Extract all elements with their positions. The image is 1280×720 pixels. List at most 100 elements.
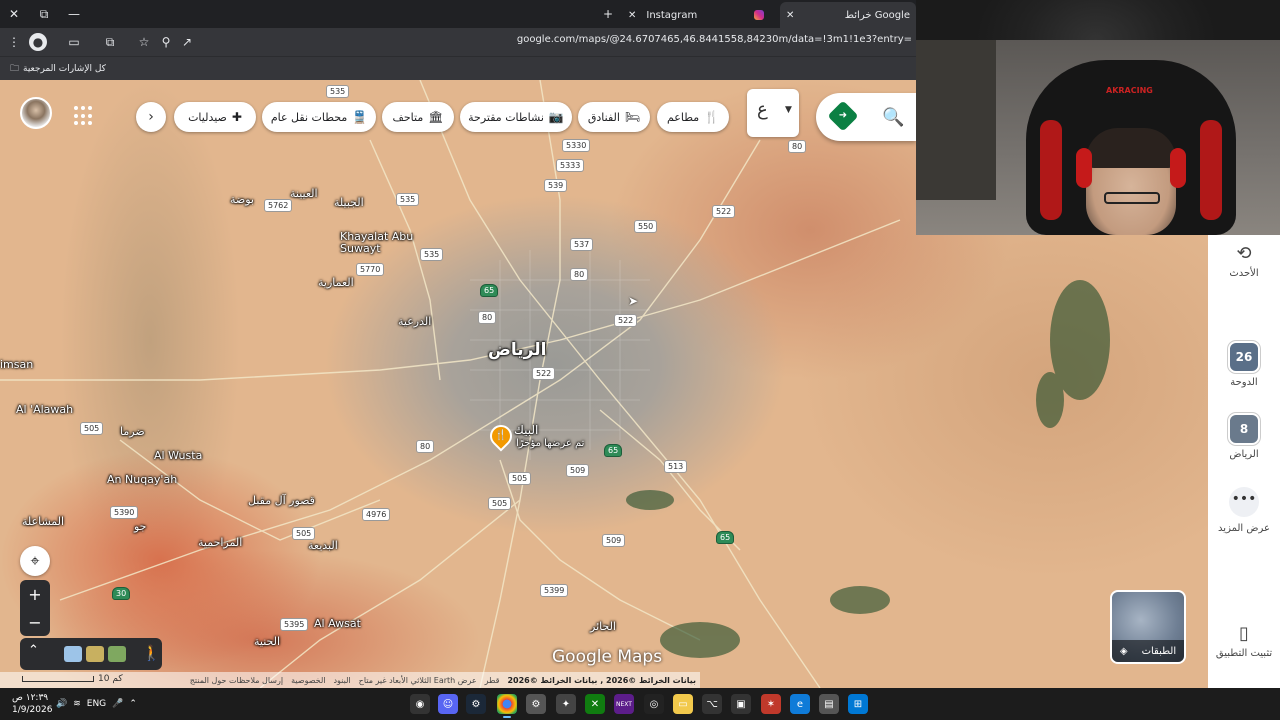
close-window-icon[interactable]: ✕ (4, 4, 24, 24)
share-icon[interactable]: ↗ (178, 33, 196, 51)
road-shield: 5770 (356, 263, 385, 276)
bookmark-star-icon[interactable]: ☆ (135, 33, 153, 51)
directions-icon[interactable]: ➜ (827, 100, 859, 132)
map-label[interactable]: الحنية (254, 635, 280, 648)
attrib-link[interactable]: قطر (485, 676, 500, 685)
address-bar[interactable]: google.com/maps/@24.6707465,46.8441558,8… (517, 34, 912, 45)
rail-item-install[interactable]: ▯ تثبيت التطبيق (1208, 623, 1280, 659)
files-icon[interactable]: ▭ (673, 694, 693, 714)
road-shield: 522 (532, 367, 556, 380)
tab-google-maps[interactable]: ✕ خرائط Google (780, 2, 916, 28)
xbox-icon[interactable]: ✕ (585, 694, 605, 714)
mic-icon[interactable]: 🎤 (112, 699, 123, 709)
map-label[interactable]: Al Awsat (314, 617, 361, 630)
map-label[interactable]: المزاحمية (198, 536, 242, 549)
traffic-thumb-icon[interactable] (108, 646, 126, 662)
map-label[interactable]: Al 'Alawah (16, 403, 73, 416)
next-icon[interactable]: NEXT (614, 694, 634, 714)
attrib-link[interactable]: عرض Earth الثلاثي الأبعاد غير متاح (359, 676, 477, 685)
restore-icon[interactable]: ⧉ (34, 4, 54, 24)
map-label[interactable]: الحائر (590, 620, 616, 633)
map-label[interactable]: Al Wusta (154, 449, 202, 462)
tab-instagram[interactable]: ✕ Instagram (624, 2, 764, 28)
wifi-icon[interactable]: ≋ (73, 699, 81, 709)
steam-icon[interactable]: ⚙ (466, 694, 486, 714)
apps-grid-icon[interactable] (74, 106, 94, 126)
chrome-icon[interactable] (497, 694, 517, 718)
language-indicator[interactable]: ENG (87, 699, 106, 709)
edge-icon[interactable]: e (790, 694, 810, 714)
rail-item-recent[interactable]: ⟲ الأحدث (1208, 243, 1280, 279)
map-label[interactable]: ضرما (120, 425, 145, 438)
all-bookmarks[interactable]: 🗀 كل الإشارات المرجعية (10, 61, 106, 77)
pegman-icon[interactable]: 🚶 (142, 644, 161, 662)
profile-icon[interactable]: ● (29, 33, 47, 51)
map-label[interactable]: Khayalat Abu Suwayt (340, 231, 420, 255)
system-clock[interactable]: ١٢:٣٩ ص 1/9/2026 (12, 692, 52, 716)
map-label[interactable]: imsan (0, 358, 33, 371)
chip-things-to-do[interactable]: نشاطات مقترحة 📷 (460, 102, 572, 132)
snip-icon[interactable]: ▤ (819, 694, 839, 714)
tab-close-icon[interactable]: ✕ (624, 10, 640, 21)
my-location-icon[interactable]: ⌖ (20, 546, 50, 576)
zoom-out-button[interactable]: − (20, 608, 50, 636)
map-label[interactable]: الجبيلة (334, 196, 364, 209)
road-shield: 505 (80, 422, 104, 435)
expand-icon[interactable]: ⌃ (28, 643, 39, 658)
chip-label: صيدليات (188, 110, 227, 124)
search-lens-icon[interactable]: ⚲ (157, 33, 175, 51)
attrib-link[interactable]: الخصوصية (291, 676, 325, 685)
app-icon[interactable]: ✶ (761, 694, 781, 714)
map-label[interactable]: العمارية (318, 276, 354, 289)
rail-item-more[interactable]: ••• عرض المزيد (1208, 487, 1280, 534)
chip-museums[interactable]: متاحف 🏛 (382, 102, 454, 132)
search-icon[interactable]: 🔍 (882, 107, 904, 128)
windows-icon[interactable]: ⊞ (848, 694, 868, 714)
cast-icon[interactable]: ▭ (65, 33, 83, 51)
extensions-icon[interactable]: ⧉ (101, 33, 119, 51)
chevron-right-icon[interactable]: › (136, 102, 166, 132)
chip-hotels[interactable]: الفنادق 🛏 (578, 102, 650, 132)
history-icon: ⟲ (1236, 243, 1252, 264)
discord-icon[interactable]: ☺ (438, 694, 458, 714)
menu-icon[interactable]: ⋮ (5, 33, 23, 51)
rail-item-riyadh[interactable]: 8 الرياض (1208, 413, 1280, 460)
opera-icon[interactable]: ◎ (644, 694, 664, 714)
tab-close-icon[interactable]: ✕ (780, 10, 800, 21)
rail-item-doha[interactable]: 26 الدوحة (1208, 341, 1280, 388)
tray-overflow-icon[interactable]: ⌃ (129, 699, 137, 709)
scale-bar[interactable]: 10 كم (22, 674, 123, 684)
layers-button[interactable]: ◈ الطبقات (1110, 590, 1186, 664)
chair-brand: AKRACING (1106, 86, 1153, 95)
new-tab-icon[interactable]: + (598, 4, 618, 24)
map-label[interactable]: قصور آل مقبل (248, 494, 315, 507)
map-label[interactable]: An Nuqay'ah (107, 473, 177, 486)
satellite-thumb-icon[interactable] (64, 646, 82, 662)
chip-transit[interactable]: محطات نقل عام 🚆 (262, 102, 376, 132)
map-label[interactable]: العيينة (290, 187, 318, 200)
chip-restaurants[interactable]: مطاعم 🍴 (657, 102, 729, 132)
map-label-riyadh[interactable]: الرياض (488, 340, 546, 360)
obs-icon[interactable]: ◉ (410, 694, 430, 714)
map-label[interactable]: المشاعلة (22, 515, 64, 528)
map-label[interactable]: جو (134, 520, 146, 533)
map-label[interactable]: بوضة (230, 193, 254, 206)
minimize-icon[interactable]: — (64, 4, 84, 24)
avatar[interactable] (20, 97, 52, 129)
chip-pharmacies[interactable]: صيدليات ✚ (174, 102, 256, 132)
road-shield: 505 (292, 527, 316, 540)
attrib-link[interactable]: إرسال ملاحظات حول المنتج (190, 676, 283, 685)
attrib-link[interactable]: البنود (333, 676, 350, 685)
settings-icon[interactable]: ⚙ (526, 694, 546, 714)
terminal-icon[interactable]: ▣ (731, 694, 751, 714)
terrain-thumb-icon[interactable] (86, 646, 104, 662)
map-label[interactable]: البديعة (308, 539, 338, 552)
poi-label[interactable]: البيك (514, 423, 538, 437)
language-selector[interactable]: ع ▼ (747, 89, 799, 137)
search-box[interactable]: ➜ 🔍 (816, 93, 916, 141)
network-icon[interactable]: ⌥ (702, 694, 722, 714)
volume-icon[interactable]: 🔊 (56, 699, 67, 709)
map-label[interactable]: الدرعية (398, 315, 431, 328)
tool-icon[interactable]: ✦ (556, 694, 576, 714)
zoom-in-button[interactable]: + (20, 580, 50, 608)
